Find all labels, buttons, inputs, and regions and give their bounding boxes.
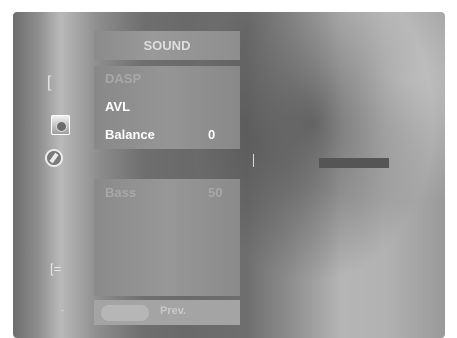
sidebar: [ [= · — [13, 12, 83, 338]
speaker-icon[interactable] — [51, 115, 70, 135]
menu-item-avl[interactable]: AVL — [105, 99, 130, 115]
menu-item-dasp[interactable]: DASP — [105, 71, 141, 87]
menu-item-label: Balance — [105, 127, 155, 142]
menu-item-label: DASP — [105, 71, 142, 86]
balance-center-tick — [253, 154, 254, 167]
menu-title: SOUND — [94, 31, 240, 60]
prev-button[interactable] — [101, 305, 149, 321]
prev-label: Prev. — [160, 305, 187, 317]
balance-slider-bar[interactable] — [319, 158, 389, 168]
menu-lower-panel: Bass 50 — [94, 179, 240, 296]
dot-icon: · — [61, 305, 65, 316]
menu-item-balance[interactable]: Balance 0 — [105, 127, 215, 143]
subtitle-icon[interactable]: [= — [50, 262, 61, 276]
balance-value: 0 — [208, 127, 216, 142]
bass-value: 50 — [208, 185, 223, 200]
dial-icon[interactable] — [45, 149, 63, 167]
menu-upper-panel: DASP AVL Balance 0 — [94, 66, 240, 149]
menu-item-label: AVL — [105, 99, 131, 114]
menu-item-bass[interactable]: Bass 50 — [105, 185, 222, 201]
menu-item-label: Bass — [105, 185, 137, 200]
tv-screen: [ [= · SOUND DASP AVL Balance 0 Bass 50 — [13, 12, 445, 338]
bracket-icon[interactable]: [ — [47, 75, 51, 91]
menu-footer: Prev. — [94, 300, 240, 325]
